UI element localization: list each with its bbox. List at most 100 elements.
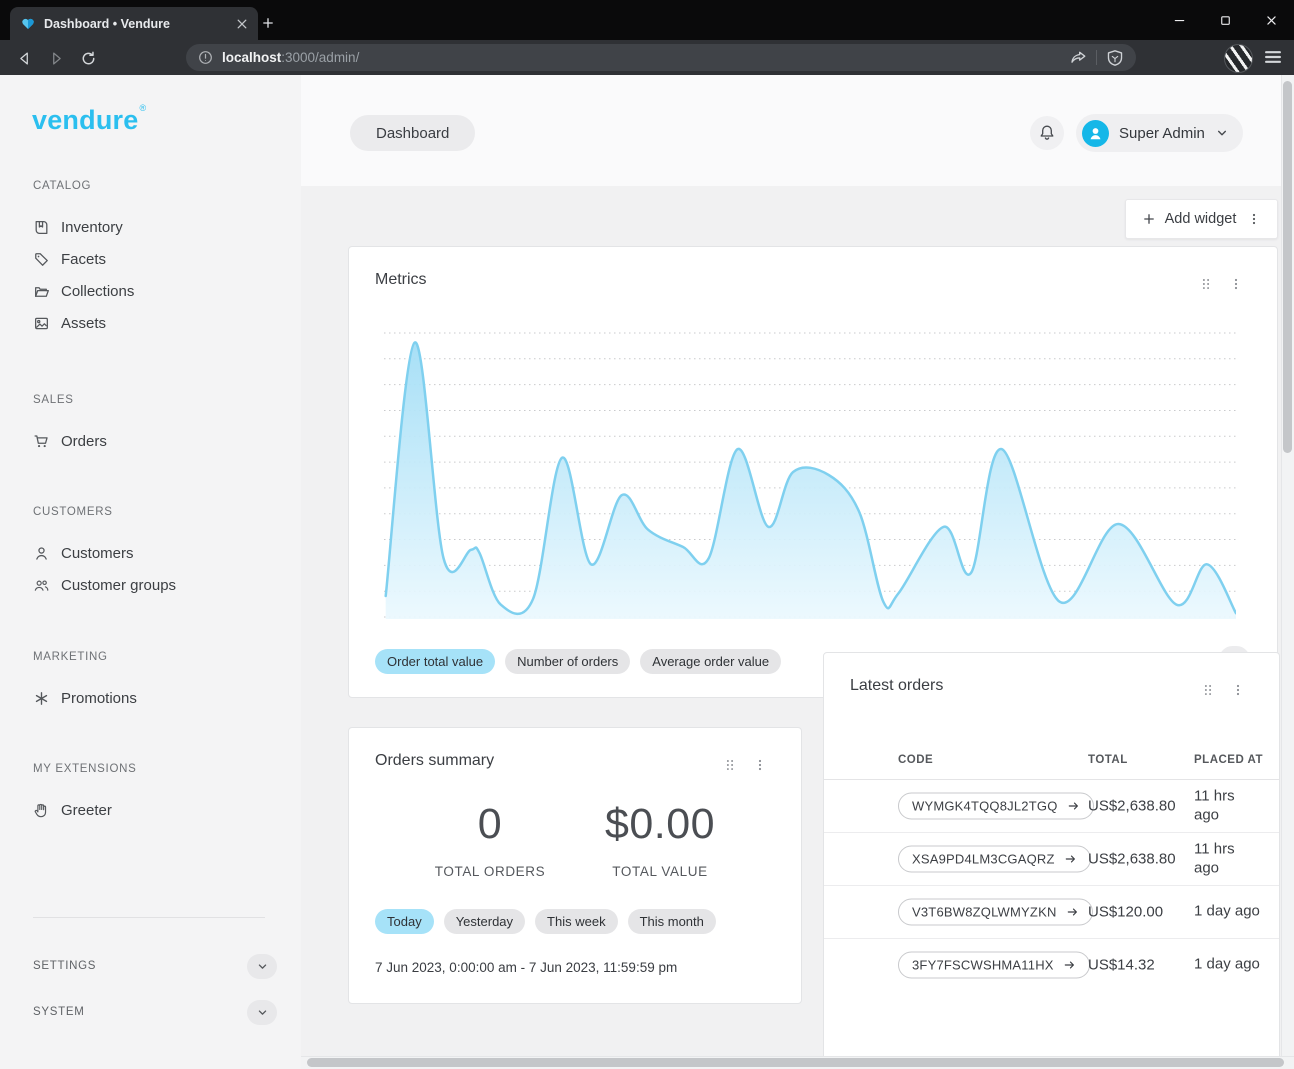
order-code-button[interactable]: 3FY7FSCWSHMA11HX [898, 952, 1090, 979]
widget-actions [1199, 277, 1243, 291]
sidebar-group-settings[interactable]: SETTINGS [33, 951, 277, 981]
vertical-scrollbar[interactable] [1281, 75, 1294, 1057]
window-close-button[interactable] [1248, 0, 1294, 40]
chevron-down-icon [1215, 126, 1229, 140]
window-controls [1156, 0, 1294, 40]
minimize-icon [1172, 13, 1187, 28]
assets-icon [33, 315, 50, 332]
range-tab-yesterday[interactable]: Yesterday [444, 909, 525, 934]
expand-button[interactable] [247, 1000, 277, 1025]
sidebar-item-collections[interactable]: Collections [0, 275, 301, 307]
reload-icon [80, 50, 97, 67]
tab-close-icon[interactable] [234, 16, 250, 32]
breadcrumb[interactable]: Dashboard [350, 115, 475, 151]
table-header: CODE TOTAL PLACED AT [824, 746, 1279, 779]
horizontal-scrollbar[interactable] [301, 1056, 1294, 1069]
order-code: WYMGK4TQQ8JL2TGQ [912, 799, 1058, 814]
logo-registered-mark: ® [139, 103, 146, 113]
url-host: localhost [222, 50, 281, 65]
url-bar[interactable]: localhost:3000/admin/ [186, 44, 1136, 71]
sidebar-item-promotions[interactable]: Promotions [0, 682, 301, 714]
sidebar-item-facets[interactable]: Facets [0, 243, 301, 275]
expand-button[interactable] [247, 954, 277, 979]
page-header: Dashboard Super Admin [301, 75, 1294, 186]
order-code-button[interactable]: XSA9PD4LM3CGAQRZ [898, 846, 1091, 873]
user-menu[interactable]: Super Admin [1076, 114, 1243, 152]
range-tab-this-week[interactable]: This week [535, 909, 618, 934]
add-widget-kebab-icon[interactable] [1247, 212, 1261, 226]
sidebar-item-orders[interactable]: Orders [0, 425, 301, 457]
sidebar-item-greeter[interactable]: Greeter [0, 794, 301, 826]
drag-handle-icon[interactable] [1199, 277, 1213, 291]
forward-icon [48, 50, 65, 67]
order-placed-at: 1 day ago [1194, 903, 1260, 922]
sidebar-item-label: Promotions [61, 690, 137, 707]
sidebar-section-label: MARKETING [0, 642, 301, 672]
greeter-icon [33, 802, 50, 819]
brave-shield-icon[interactable] [1106, 49, 1124, 67]
kebab-menu-icon[interactable] [1229, 277, 1243, 291]
plus-icon [1142, 212, 1156, 226]
latest-orders-widget: Latest orders CODE TOTAL PLACED AT WYMGK… [823, 652, 1280, 1069]
sidebar-item-customers[interactable]: Customers [0, 537, 301, 569]
total-orders-value: 0 [405, 800, 575, 849]
reload-button[interactable] [76, 46, 100, 70]
back-button[interactable] [12, 46, 36, 70]
order-code-button[interactable]: WYMGK4TQQ8JL2TGQ [898, 793, 1094, 820]
sidebar-item-customer-groups[interactable]: Customer groups [0, 569, 301, 601]
inventory-icon [33, 219, 50, 236]
table-body: WYMGK4TQQ8JL2TGQUS$2,638.8011 hrs agoXSA… [824, 779, 1279, 991]
sidebar-item-inventory[interactable]: Inventory [0, 211, 301, 243]
vertical-scrollbar-thumb[interactable] [1283, 81, 1292, 453]
sidebar-section-label: CATALOG [0, 171, 301, 201]
metric-chip-number-of-orders[interactable]: Number of orders [505, 649, 630, 674]
promotions-icon [33, 690, 50, 707]
range-tab-this-month[interactable]: This month [628, 909, 716, 934]
column-header-code: CODE [898, 754, 933, 766]
orders-summary-widget: Orders summary 0 TOTAL ORDERS $0.00 TOTA… [348, 727, 802, 1004]
browser-tab[interactable]: Dashboard • Vendure [10, 7, 258, 40]
orders-icon [33, 433, 50, 450]
browser-titlebar: Dashboard • Vendure [0, 0, 1294, 40]
drag-handle-icon[interactable] [723, 758, 737, 772]
customer-groups-icon [33, 577, 50, 594]
browser-window: Dashboard • Vendure localhost:3000/admin… [0, 0, 1294, 1069]
site-info-icon[interactable] [198, 50, 213, 65]
drag-handle-icon[interactable] [1201, 683, 1215, 697]
sidebar-item-label: Orders [61, 433, 107, 450]
sidebar-divider [33, 917, 265, 918]
close-icon [1264, 13, 1279, 28]
sidebar-section: MY EXTENSIONSGreeter [0, 754, 301, 826]
chart-area [386, 342, 1236, 619]
share-icon[interactable] [1069, 49, 1087, 67]
window-maximize-button[interactable] [1202, 0, 1248, 40]
add-widget-button[interactable]: Add widget [1125, 199, 1278, 239]
window-minimize-button[interactable] [1156, 0, 1202, 40]
browser-profile-avatar[interactable] [1224, 44, 1253, 73]
total-value-value: $0.00 [575, 800, 745, 849]
sidebar-item-label: Facets [61, 251, 106, 268]
kebab-menu-icon[interactable] [1231, 683, 1245, 697]
kebab-menu-icon[interactable] [753, 758, 767, 772]
order-code-button[interactable]: V3T6BW8ZQLWMYZKN [898, 899, 1093, 926]
widget-actions [1201, 683, 1245, 697]
notifications-button[interactable] [1030, 116, 1064, 150]
metric-chip-average-order-value[interactable]: Average order value [640, 649, 781, 674]
browser-menu-icon[interactable] [1262, 46, 1284, 68]
total-orders-stat: 0 TOTAL ORDERS [405, 800, 575, 879]
arrow-right-icon [1063, 959, 1076, 972]
forward-button[interactable] [44, 46, 68, 70]
sidebar-group-system[interactable]: SYSTEM [33, 997, 277, 1027]
widget-title: Orders summary [375, 752, 494, 770]
sidebar-group-label: SYSTEM [33, 1006, 85, 1018]
new-tab-button[interactable] [256, 11, 280, 35]
order-code: 3FY7FSCWSHMA11HX [912, 958, 1054, 973]
range-tab-today[interactable]: Today [375, 909, 434, 934]
horizontal-scrollbar-thumb[interactable] [307, 1058, 1284, 1067]
order-placed-at: 11 hrs ago [1194, 840, 1260, 878]
table-row: 3FY7FSCWSHMA11HXUS$14.321 day ago [824, 938, 1279, 991]
metric-chip-order-total-value[interactable]: Order total value [375, 649, 495, 674]
sidebar-item-assets[interactable]: Assets [0, 307, 301, 339]
total-orders-label: TOTAL ORDERS [405, 864, 575, 879]
arrow-right-icon [1064, 853, 1077, 866]
